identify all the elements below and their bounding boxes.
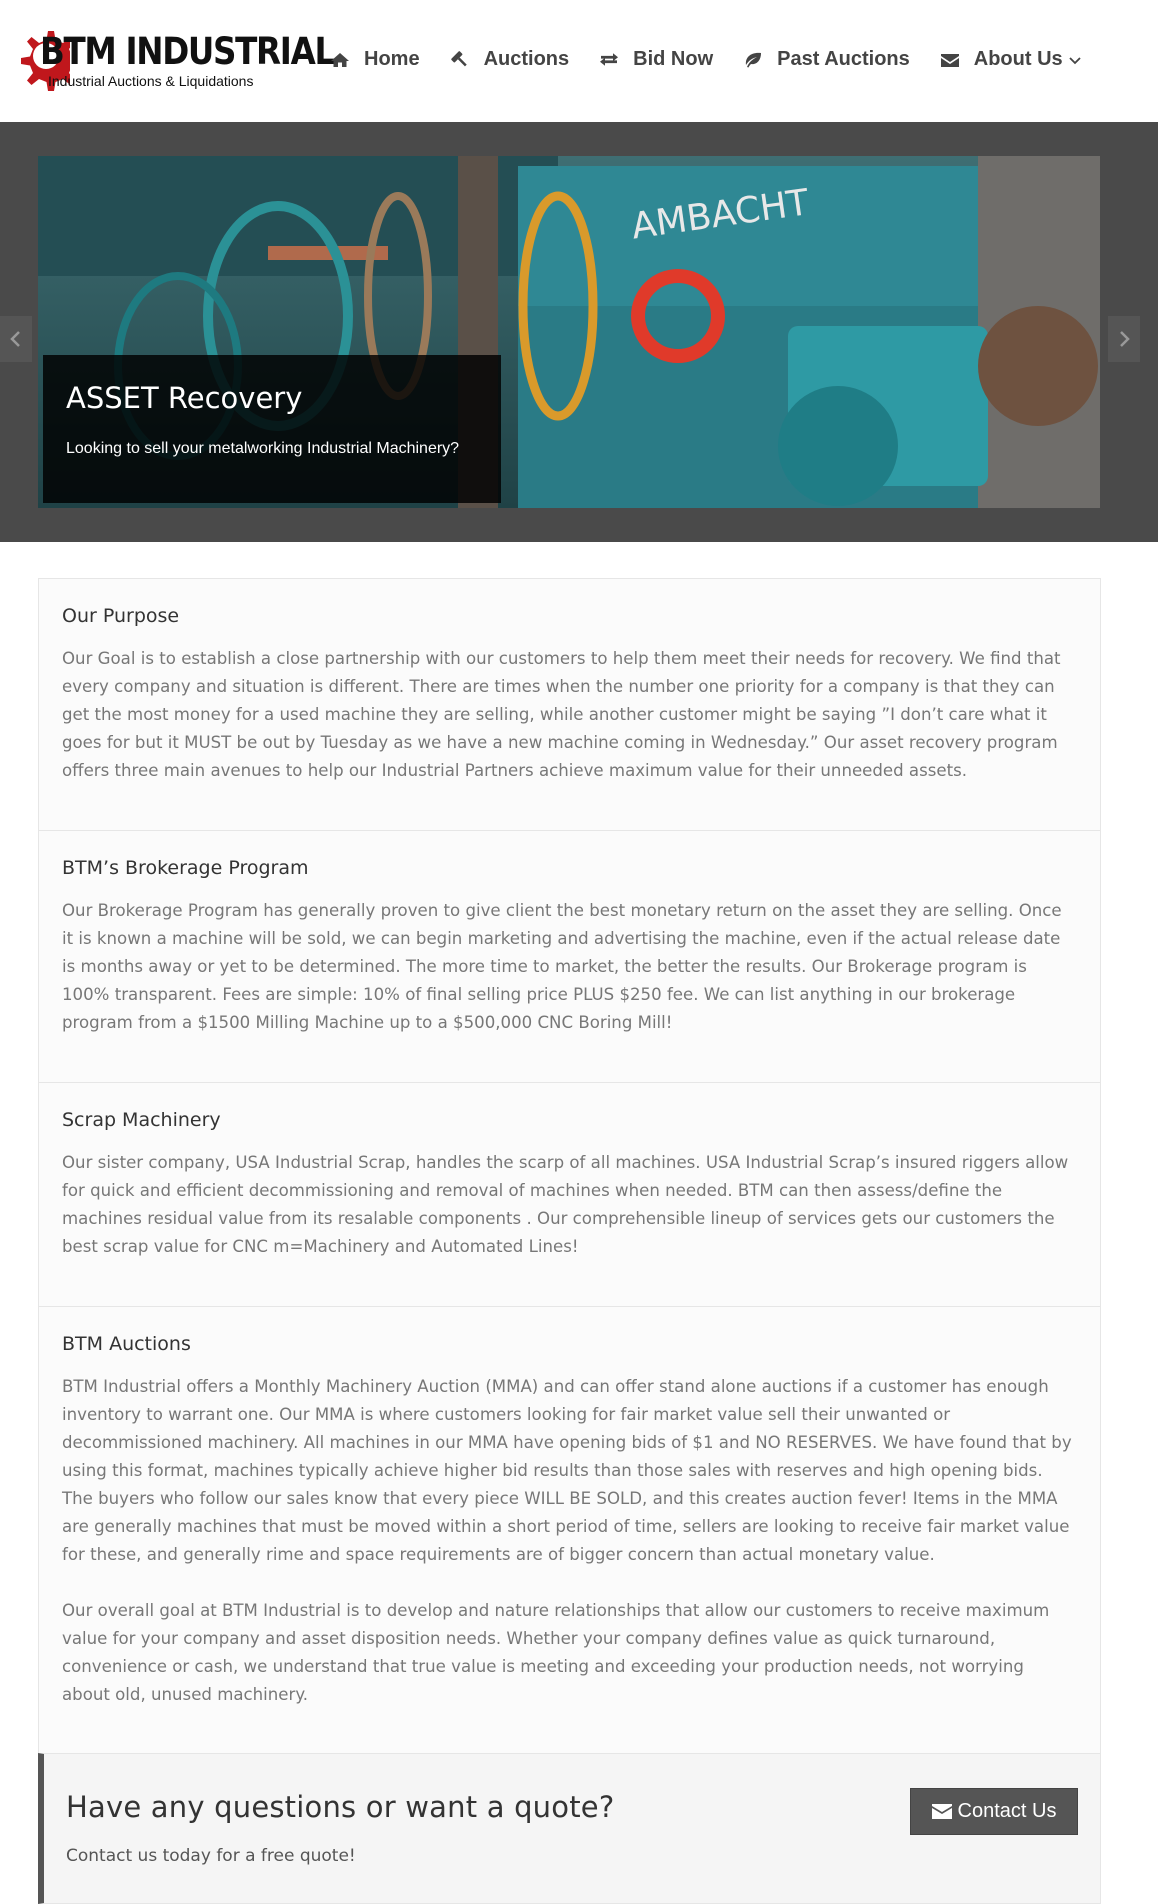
exchange-icon bbox=[600, 52, 619, 66]
chevron-right-icon bbox=[1120, 331, 1130, 347]
brand-tagline: Industrial Auctions & Liquidations bbox=[48, 73, 254, 89]
site-header: BTM INDUSTRIAL Industrial Auctions & Liq… bbox=[0, 0, 1172, 122]
section-our-purpose: Our Purpose Our Goal is to establish a c… bbox=[38, 578, 1101, 830]
content-panels: Our Purpose Our Goal is to establish a c… bbox=[38, 578, 1101, 1756]
nav-label: Past Auctions bbox=[777, 48, 910, 70]
section-text: Our sister company, USA Industrial Scrap… bbox=[62, 1153, 1069, 1256]
chevron-left-icon bbox=[10, 331, 20, 347]
slider-next-button[interactable] bbox=[1108, 316, 1140, 362]
home-icon bbox=[331, 52, 349, 67]
section-text: BTM Industrial offers a Monthly Machiner… bbox=[62, 1377, 1072, 1564]
cta-heading: Have any questions or want a quote? bbox=[66, 1790, 615, 1824]
nav-label: About Us bbox=[973, 48, 1063, 70]
slide-title: ASSET Recovery bbox=[66, 381, 303, 415]
nav-item-home[interactable]: Home bbox=[330, 48, 420, 71]
brand-name: BTM INDUSTRIAL bbox=[40, 30, 335, 73]
slide-subtitle: Looking to sell your metalworking Indust… bbox=[66, 440, 460, 457]
nav-label: Home bbox=[364, 48, 420, 70]
slider-prev-button[interactable] bbox=[0, 316, 32, 362]
nav-item-about-us[interactable]: About Us bbox=[940, 48, 1081, 71]
section-scrap-machinery: Scrap Machinery Our sister company, USA … bbox=[38, 1082, 1101, 1306]
section-title: BTM’s Brokerage Program bbox=[62, 857, 309, 879]
section-brokerage: BTM’s Brokerage Program Our Brokerage Pr… bbox=[38, 830, 1101, 1082]
cta-text: Contact us today for a free quote! bbox=[66, 1846, 356, 1866]
chevron-down-icon bbox=[1069, 56, 1081, 64]
slide-caption: ASSET Recovery Looking to sell your meta… bbox=[43, 355, 501, 503]
envelope-icon bbox=[940, 53, 959, 67]
section-title: Scrap Machinery bbox=[62, 1109, 221, 1131]
site-logo[interactable]: BTM INDUSTRIAL Industrial Auctions & Liq… bbox=[6, 12, 335, 92]
quote-cta: Have any questions or want a quote? Cont… bbox=[38, 1753, 1101, 1904]
nav-label: Bid Now bbox=[633, 48, 714, 70]
nav-label: Auctions bbox=[483, 48, 570, 70]
section-text: Our overall goal at BTM Industrial is to… bbox=[62, 1601, 1050, 1704]
nav-item-past-auctions[interactable]: Past Auctions bbox=[743, 48, 910, 71]
section-title: BTM Auctions bbox=[62, 1333, 191, 1355]
section-btm-auctions: BTM Auctions BTM Industrial offers a Mon… bbox=[38, 1306, 1101, 1756]
hero-slider: AMBACHT ASSET Recovery Looking to sell y… bbox=[0, 122, 1158, 542]
leaf-icon bbox=[746, 52, 762, 67]
gavel-icon bbox=[450, 50, 467, 66]
section-text: Our Brokerage Program has generally prov… bbox=[62, 901, 1062, 1032]
contact-us-label: Contact Us bbox=[957, 1800, 1057, 1822]
nav-item-auctions[interactable]: Auctions bbox=[450, 48, 570, 71]
section-title: Our Purpose bbox=[62, 605, 180, 627]
main-nav: Home Auctions Bid Now Past Auctions Abou… bbox=[330, 48, 1111, 71]
nav-item-bid-now[interactable]: Bid Now bbox=[599, 48, 713, 71]
section-text: Our Goal is to establish a close partner… bbox=[62, 649, 1061, 780]
contact-us-button[interactable]: Contact Us bbox=[910, 1788, 1078, 1835]
envelope-icon bbox=[931, 1804, 952, 1819]
